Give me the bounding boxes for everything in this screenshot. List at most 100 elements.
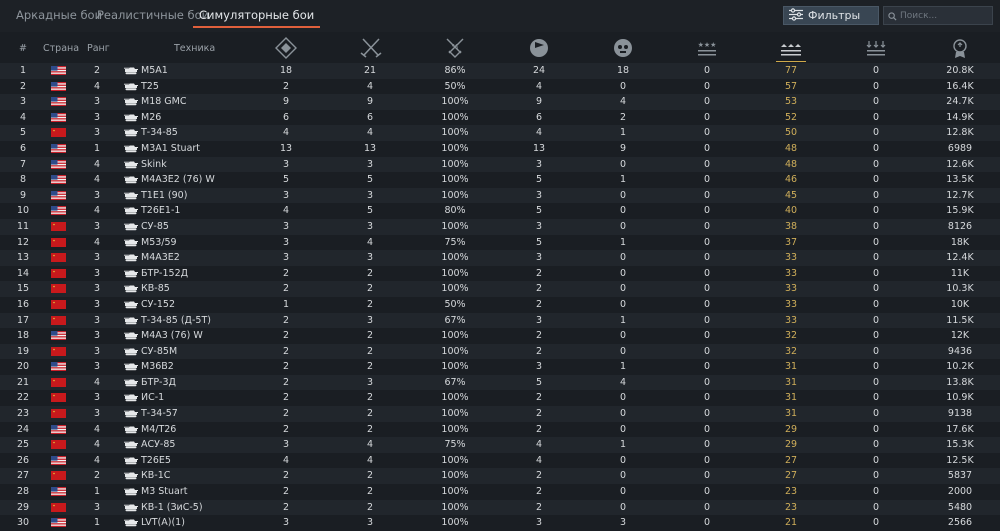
stat-cell: 3 xyxy=(535,361,543,373)
table-row[interactable]: 6 1 M3A1 Stuart 13 13 100% 13 9 0 48 0 6989 xyxy=(0,140,1000,157)
kills-icon[interactable] xyxy=(610,36,636,60)
stat-cell: 2 xyxy=(282,501,290,513)
svg-text:%: % xyxy=(452,43,459,51)
stat-cell: 2 xyxy=(366,423,374,435)
stat-cell: 12.7K xyxy=(946,189,974,201)
stat-cell: 2 xyxy=(535,392,543,404)
ussr-flag-icon xyxy=(51,346,66,356)
row-rank: 3 xyxy=(93,361,101,373)
table-row[interactable]: 16 3 СУ-152 1 2 50% 2 0 0 33 0 10K xyxy=(0,296,1000,313)
ground-kills-icon[interactable] xyxy=(776,36,806,62)
col-vehicle[interactable]: Техника xyxy=(174,43,215,54)
search-input[interactable] xyxy=(900,10,988,21)
col-number[interactable]: # xyxy=(19,43,27,54)
stat-cell: 2000 xyxy=(947,486,973,498)
table-row[interactable]: 21 4 БТР-3Д 2 3 67% 5 4 0 31 0 13.8K xyxy=(0,374,1000,391)
respawns-icon[interactable] xyxy=(526,36,552,60)
stat-cell: 52 xyxy=(784,111,798,123)
tab-arcade[interactable]: Аркадные бои xyxy=(16,8,102,22)
stat-cell: 48 xyxy=(784,158,798,170)
air-kills-icon[interactable]: ★★★ xyxy=(694,36,720,60)
table-row[interactable]: 17 3 Т-34-85 (Д-5Т) 2 3 67% 3 1 0 33 0 11.5K xyxy=(0,312,1000,329)
usa-flag-icon xyxy=(51,487,66,497)
tab-realistic[interactable]: Реалистичные бои xyxy=(97,8,209,22)
col-country[interactable]: Страна xyxy=(43,43,79,54)
stat-cell: 9 xyxy=(535,96,543,108)
table-row[interactable]: 11 3 СУ-85 3 3 100% 3 0 0 38 0 8126 xyxy=(0,218,1000,235)
vehicle-name: M3 Stuart xyxy=(141,486,188,498)
stat-cell: 2 xyxy=(282,361,290,373)
table-row[interactable]: 27 2 КВ-1С 2 2 100% 2 0 0 27 0 5837 xyxy=(0,468,1000,485)
stat-cell: 0 xyxy=(619,220,627,232)
stat-cell: 0 xyxy=(619,158,627,170)
table-row[interactable]: 29 3 КВ-1 (ЗиС-5) 2 2 100% 2 0 0 23 0 5480 xyxy=(0,499,1000,516)
usa-flag-icon xyxy=(51,206,66,216)
stat-cell: 100% xyxy=(441,408,469,420)
stat-cell: 1 xyxy=(282,298,290,310)
naval-kills-icon[interactable] xyxy=(863,36,889,60)
stat-cell: 2 xyxy=(366,470,374,482)
table-row[interactable]: 22 3 ИС-1 2 2 100% 2 0 0 31 0 10.9K xyxy=(0,390,1000,407)
victories-icon[interactable] xyxy=(358,36,384,60)
ussr-flag-icon xyxy=(51,409,66,419)
vehicle-name: Т-34-57 xyxy=(141,408,178,420)
table-row[interactable]: 25 4 АСУ-85 3 4 75% 4 1 0 29 0 15.3K xyxy=(0,437,1000,453)
table-row[interactable]: 12 4 М53/59 3 4 75% 5 1 0 37 0 18K xyxy=(0,234,1000,251)
stat-cell: 0 xyxy=(703,142,711,154)
stat-cell: 2 xyxy=(282,80,290,92)
stat-cell: 0 xyxy=(619,80,627,92)
col-rank[interactable]: Ранг xyxy=(87,43,110,54)
row-number: 29 xyxy=(16,501,30,513)
stat-cell: 0 xyxy=(703,501,711,513)
row-number: 2 xyxy=(19,80,27,92)
table-row[interactable]: 23 3 Т-34-57 2 2 100% 2 0 0 31 0 9138 xyxy=(0,406,1000,422)
tank-icon xyxy=(123,378,139,387)
stat-cell: 2 xyxy=(535,486,543,498)
table-row[interactable]: 1 2 M5A1 18 21 86% 24 18 0 77 0 20.8K xyxy=(0,63,1000,79)
table-row[interactable]: 8 4 M4A3E2 (76) W 5 5 100% 5 1 0 46 0 13.5K xyxy=(0,172,1000,188)
table-row[interactable]: 4 3 M26 6 6 100% 6 2 0 52 0 14.9K xyxy=(0,109,1000,126)
table-row[interactable]: 14 3 БТР-152Д 2 2 100% 2 0 0 33 0 11K xyxy=(0,265,1000,282)
table-row[interactable]: 9 3 T1E1 (90) 3 3 100% 3 0 0 45 0 12.7K xyxy=(0,187,1000,204)
stat-cell: 18K xyxy=(950,236,970,248)
table-row[interactable]: 3 3 M18 GMC 9 9 100% 9 4 0 53 0 24.7K xyxy=(0,94,1000,110)
table-row[interactable]: 30 1 LVT(A)(1) 3 3 100% 3 3 0 21 0 2566 xyxy=(0,515,1000,531)
table-row[interactable]: 10 4 T26E1-1 4 5 80% 5 0 0 40 0 15.9K xyxy=(0,203,1000,219)
stat-cell: 0 xyxy=(619,392,627,404)
stat-cell: 3 xyxy=(282,220,290,232)
table-row[interactable]: 19 3 СУ-85М 2 2 100% 2 0 0 32 0 9436 xyxy=(0,343,1000,360)
tank-icon xyxy=(123,253,139,262)
table-row[interactable]: 7 4 Skink 3 3 100% 3 0 0 48 0 12.6K xyxy=(0,156,1000,173)
stat-cell: 0 xyxy=(703,65,711,76)
tab-simulator[interactable]: Симуляторные бои xyxy=(192,8,321,28)
table-row[interactable]: 20 3 M36B2 2 2 100% 3 1 0 31 0 10.2K xyxy=(0,359,1000,375)
stat-cell: 0 xyxy=(703,220,711,232)
table-row[interactable]: 13 3 М4А3Е2 3 3 100% 3 0 0 33 0 12.4K xyxy=(0,250,1000,266)
table-row[interactable]: 18 3 M4A3 (76) W 2 2 100% 2 0 0 32 0 12K xyxy=(0,328,1000,344)
battles-icon[interactable] xyxy=(273,36,299,60)
vehicle-name: КВ-1 (ЗиС-5) xyxy=(141,501,203,513)
row-number: 12 xyxy=(16,236,30,248)
stat-cell: 2 xyxy=(535,423,543,435)
table-row[interactable]: 24 4 M4/T26 2 2 100% 2 0 0 29 0 17.6K xyxy=(0,421,1000,438)
stat-cell: 4 xyxy=(619,376,627,388)
table-row[interactable]: 15 3 КВ-85 2 2 100% 2 0 0 33 0 10.3K xyxy=(0,281,1000,297)
row-rank: 2 xyxy=(93,65,101,76)
vehicle-name: М53/59 xyxy=(141,236,177,248)
vehicle-name: M5A1 xyxy=(141,65,168,76)
table-row[interactable]: 28 1 M3 Stuart 2 2 100% 2 0 0 23 0 2000 xyxy=(0,484,1000,500)
win-rate-icon[interactable]: % xyxy=(442,36,468,60)
stat-cell: 0 xyxy=(703,298,711,310)
stat-cell: 3 xyxy=(619,517,627,529)
search-box[interactable] xyxy=(883,6,993,25)
max-score-icon[interactable] xyxy=(947,36,973,60)
row-number: 14 xyxy=(16,267,30,279)
table-row[interactable]: 26 4 T26E5 4 4 100% 4 0 0 27 0 12.5K xyxy=(0,452,1000,469)
stat-cell: 0 xyxy=(619,408,627,420)
stat-cell: 9 xyxy=(366,96,374,108)
row-rank: 3 xyxy=(93,314,101,326)
stat-cell: 0 xyxy=(703,267,711,279)
table-row[interactable]: 2 4 T25 2 4 50% 4 0 0 57 0 16.4K xyxy=(0,78,1000,95)
filters-button[interactable]: Фильтры xyxy=(783,6,879,25)
table-row[interactable]: 5 3 Т-34-85 4 4 100% 4 1 0 50 0 12.8K xyxy=(0,125,1000,141)
